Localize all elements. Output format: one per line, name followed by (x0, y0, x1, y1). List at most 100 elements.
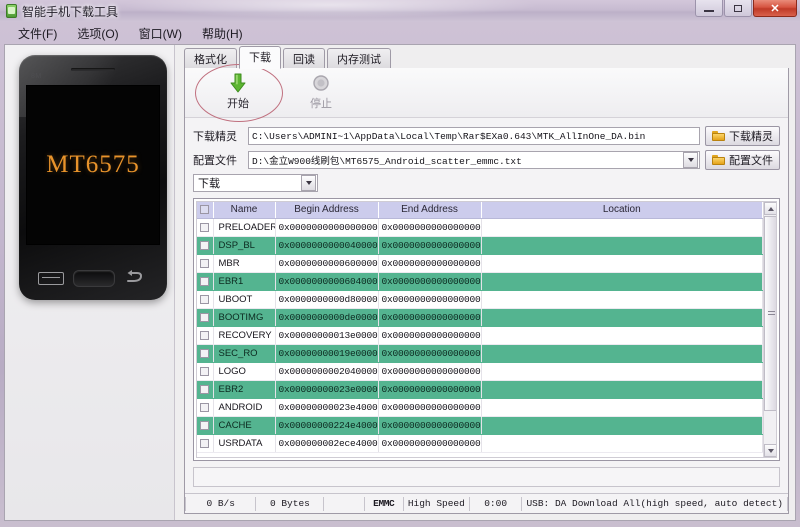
client-area: 8M MT6575 格式化 下载 回读 内存测试 开始 停止 下载精灵 C:\U… (4, 44, 796, 521)
row-checkbox-cell[interactable] (197, 398, 214, 417)
row-checkbox[interactable] (200, 240, 210, 250)
tab-readback[interactable]: 回读 (283, 48, 325, 69)
tab-download[interactable]: 下载 (239, 46, 281, 69)
chevron-down-icon[interactable] (301, 175, 316, 191)
row-checkbox-cell[interactable] (197, 308, 214, 327)
download-mode-select[interactable]: 下载 (193, 174, 318, 192)
row-checkbox[interactable] (200, 330, 210, 340)
row-checkbox[interactable] (200, 294, 210, 304)
menu-item-window[interactable]: 窗口(W) (129, 23, 192, 44)
table-row[interactable]: DSP_BL 0x0000000000040000 0x00000000000000… (197, 236, 763, 255)
cell-location (481, 380, 763, 399)
status-operation: USB: DA Download All(high speed, auto de… (522, 496, 788, 511)
row-checkbox-cell[interactable] (197, 290, 214, 309)
close-button[interactable]: ✕ (753, 0, 797, 17)
table-row[interactable]: LOGO 0x0000000002040000 0x0000000000000000 (197, 362, 763, 381)
table-body: PRELOADER 0x0000000000000000 0x00000000000… (197, 218, 763, 453)
status-spacer (324, 496, 365, 511)
cell-begin: 0x0000000000604000 (275, 272, 379, 291)
table-row[interactable]: EBR1 0x0000000000604000 0x0000000000000000 (197, 272, 763, 291)
menu-item-file[interactable]: 文件(F) (8, 23, 67, 44)
download-agent-browse-label: 下载精灵 (729, 130, 773, 143)
row-checkbox[interactable] (200, 402, 210, 412)
row-checkbox[interactable] (200, 420, 210, 430)
table-row[interactable]: UBOOT 0x0000000000d80000 0x000000000000000… (197, 290, 763, 309)
column-header-select[interactable] (197, 202, 214, 219)
column-header-location[interactable]: Location (481, 202, 763, 219)
scatter-file-label: 配置文件 (193, 154, 237, 167)
grey-stop-circle-icon (290, 72, 352, 94)
row-checkbox-cell[interactable] (197, 344, 214, 363)
cell-name: BOOTIMG (213, 308, 276, 327)
row-checkbox-cell[interactable] (197, 380, 214, 399)
menu-item-options[interactable]: 选项(O) (67, 23, 128, 44)
row-checkbox-cell[interactable] (197, 272, 214, 291)
table-row[interactable]: USRDATA 0x000000002ece4000 0x0000000000000… (197, 434, 763, 453)
green-down-arrow-icon (207, 72, 269, 94)
cell-end: 0x0000000000000000 (378, 344, 482, 363)
table-row[interactable]: CACHE 0x00000000224e4000 0x000000000000000… (197, 416, 763, 435)
row-checkbox-cell[interactable] (197, 416, 214, 435)
table-row[interactable]: EBR2 0x00000000023e0000 0x0000000000000000 (197, 380, 763, 399)
cell-end: 0x0000000000000000 (378, 416, 482, 435)
scrollbar-thumb[interactable] (764, 216, 776, 411)
cell-name: USRDATA (213, 434, 276, 453)
status-bar: 0 B/s 0 Bytes EMMC High Speed 0:00 USB: … (185, 493, 788, 513)
tab-format[interactable]: 格式化 (184, 48, 237, 69)
scroll-up-button[interactable] (764, 202, 776, 215)
phone-icon (6, 4, 17, 18)
row-checkbox[interactable] (200, 312, 210, 322)
table-row[interactable]: BOOTIMG 0x0000000000de0000 0x0000000000000… (197, 308, 763, 327)
row-checkbox-cell[interactable] (197, 236, 214, 255)
cell-location (481, 254, 763, 273)
column-header-name[interactable]: Name (213, 202, 276, 219)
select-all-checkbox[interactable] (200, 205, 210, 215)
chevron-down-icon[interactable] (683, 151, 698, 168)
row-checkbox-cell[interactable] (197, 218, 214, 237)
tab-memory-test[interactable]: 内存测试 (327, 48, 391, 69)
maximize-button[interactable] (724, 0, 752, 17)
row-checkbox[interactable] (200, 384, 210, 394)
scroll-down-button[interactable] (764, 444, 776, 457)
cell-begin: 0x00000000023e0000 (275, 380, 379, 399)
row-checkbox[interactable] (200, 366, 210, 376)
table-row[interactable]: MBR 0x0000000000600000 0x0000000000000000 (197, 254, 763, 273)
cell-end: 0x0000000000000000 (378, 308, 482, 327)
scatter-file-browse-button[interactable]: 配置文件 (705, 149, 780, 170)
table-row[interactable]: ANDROID 0x00000000023e4000 0x0000000000000… (197, 398, 763, 417)
menu-bar: 文件(F) 选项(O) 窗口(W) 帮助(H) (0, 22, 800, 44)
menu-item-help[interactable]: 帮助(H) (192, 23, 253, 44)
column-header-begin[interactable]: Begin Address (275, 202, 379, 219)
row-checkbox[interactable] (200, 438, 210, 448)
phone-illustration: 8M MT6575 (19, 55, 167, 300)
cell-end: 0x0000000000000000 (378, 290, 482, 309)
minimize-button[interactable] (695, 0, 723, 17)
download-agent-browse-button[interactable]: 下载精灵 (705, 125, 780, 146)
row-checkbox-cell[interactable] (197, 326, 214, 345)
table-row[interactable]: SEC_RO 0x00000000019e0000 0x00000000000000… (197, 344, 763, 363)
back-icon (124, 270, 148, 286)
table-row[interactable]: PRELOADER 0x0000000000000000 0x00000000000… (197, 218, 763, 237)
table-row[interactable]: RECOVERY 0x00000000013e0000 0x000000000000… (197, 326, 763, 345)
row-checkbox-cell[interactable] (197, 434, 214, 453)
cell-location (481, 290, 763, 309)
chipset-label: MT6575 (46, 151, 140, 178)
app-window: 智能手机下载工具 ✕ 文件(F) 选项(O) 窗口(W) 帮助(H) 8M MT… (0, 0, 800, 527)
cell-location (481, 398, 763, 417)
scatter-file-combo[interactable]: D:\金立W900线刷包\MT6575_Android_scatter_emmc… (248, 150, 700, 169)
cell-name: RECOVERY (213, 326, 276, 345)
tab-bar: 格式化 下载 回读 内存测试 (184, 46, 789, 69)
row-checkbox[interactable] (200, 222, 210, 232)
row-checkbox[interactable] (200, 258, 210, 268)
row-checkbox-cell[interactable] (197, 362, 214, 381)
column-header-end[interactable]: End Address (378, 202, 482, 219)
info-bar (193, 467, 780, 487)
row-checkbox-cell[interactable] (197, 254, 214, 273)
table-vertical-scrollbar[interactable] (763, 202, 776, 457)
row-checkbox[interactable] (200, 276, 210, 286)
download-agent-input[interactable]: C:\Users\ADMINI~1\AppData\Local\Temp\Rar… (248, 126, 700, 145)
start-button[interactable]: 开始 (207, 72, 269, 111)
stop-button[interactable]: 停止 (290, 72, 352, 111)
scatter-file-row: 配置文件 D:\金立W900线刷包\MT6575_Android_scatter… (193, 149, 780, 170)
row-checkbox[interactable] (200, 348, 210, 358)
